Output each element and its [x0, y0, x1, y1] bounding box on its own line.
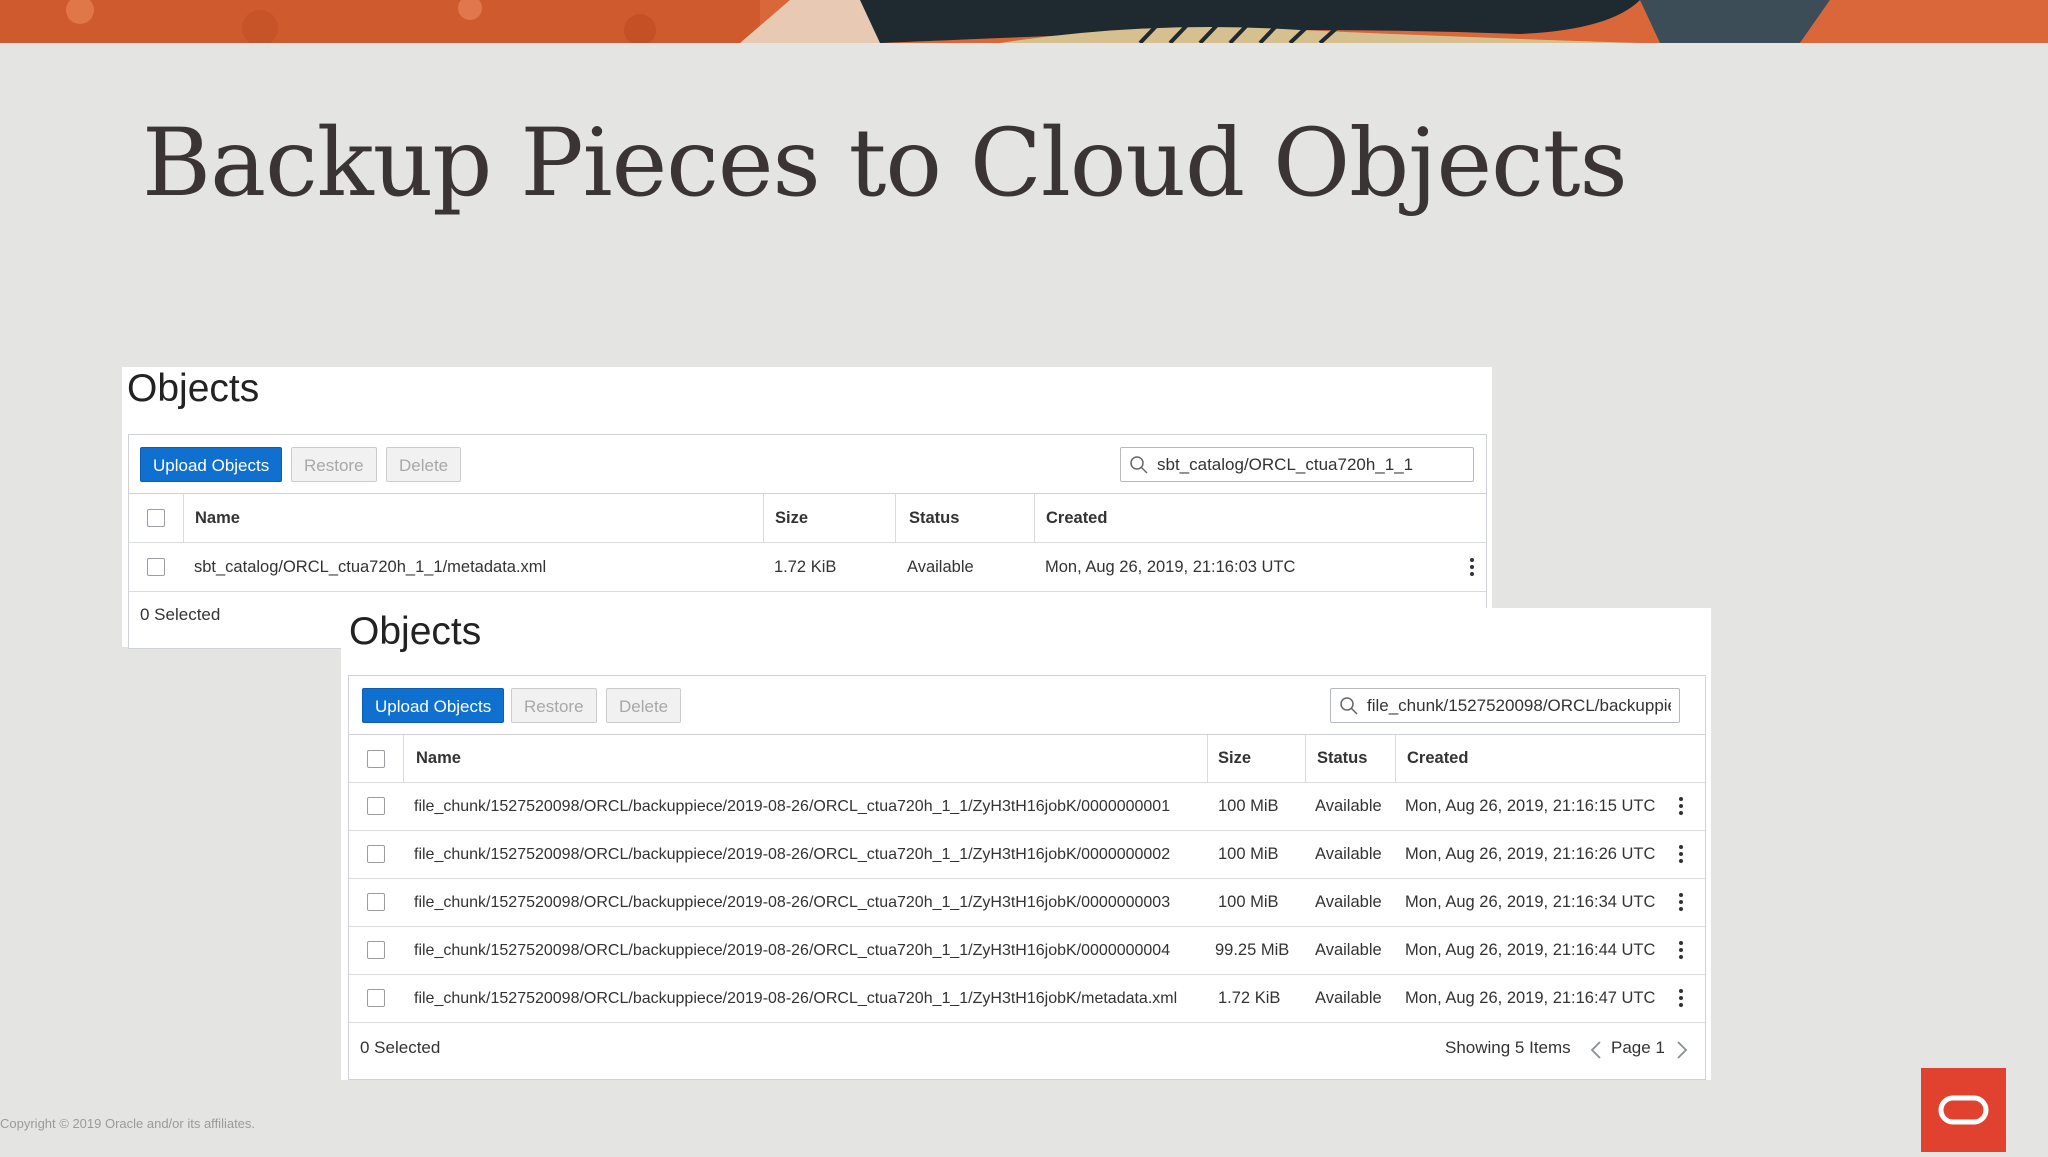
object-size: 1.72 KiB [1218, 989, 1281, 1007]
column-header-size[interactable]: Size [1218, 735, 1251, 782]
object-size: 100 MiB [1218, 797, 1279, 815]
object-name[interactable]: file_chunk/1527520098/ORCL/backuppiece/2… [414, 783, 1170, 830]
row-actions-icon[interactable] [1679, 893, 1683, 914]
panel-heading: Objects [127, 367, 260, 410]
selected-count: 0 Selected [360, 1038, 441, 1057]
slide-title: Backup Pieces to Cloud Objects [142, 109, 1628, 218]
select-all-checkbox[interactable] [147, 509, 165, 527]
object-status: Available [1315, 989, 1382, 1007]
object-status: Available [1315, 845, 1382, 863]
objects-panel-file-chunks: Objects Upload Objects Restore Delete fi… [341, 608, 1711, 1080]
showing-items-count: Showing 5 Items [1445, 1038, 1571, 1057]
object-created: Mon, Aug 26, 2019, 21:16:47 UTC [1405, 989, 1656, 1007]
row-checkbox[interactable] [147, 558, 165, 576]
row-actions-icon[interactable] [1679, 845, 1683, 866]
search-icon [1130, 456, 1148, 474]
search-value: sbt_catalog/ORCL_ctua720h_1_1 [1157, 455, 1414, 474]
delete-button[interactable]: Delete [386, 447, 462, 482]
copyright-notice: Copyright © 2019 Oracle and/or its affil… [0, 1116, 256, 1131]
restore-button[interactable]: Restore [291, 447, 377, 482]
search-value: file_chunk/1527520098/ORCL/backuppiece [1367, 696, 1671, 715]
oracle-logo [1921, 1068, 2006, 1152]
object-status: Available [907, 557, 974, 576]
objects-table: Upload Objects Restore Delete file_chunk… [348, 675, 1706, 1080]
object-size: 100 MiB [1218, 893, 1279, 911]
object-name[interactable]: file_chunk/1527520098/ORCL/backuppiece/2… [414, 975, 1177, 1022]
object-status: Available [1315, 797, 1382, 815]
previous-page-icon[interactable] [1589, 1040, 1603, 1060]
object-created: Mon, Aug 26, 2019, 21:16:03 UTC [1045, 557, 1296, 576]
column-header-status[interactable]: Status [1317, 735, 1367, 782]
column-header-size[interactable]: Size [775, 494, 808, 542]
object-created: Mon, Aug 26, 2019, 21:16:15 UTC [1405, 797, 1656, 815]
table-toolbar: Upload Objects Restore Delete sbt_catalo… [129, 435, 1486, 494]
row-actions-icon[interactable] [1679, 989, 1683, 1010]
row-checkbox[interactable] [367, 893, 385, 911]
table-header-row: Name Size Status Created [349, 735, 1705, 783]
table-row[interactable]: file_chunk/1527520098/ORCL/backuppiece/2… [349, 927, 1705, 975]
column-header-created[interactable]: Created [1407, 735, 1468, 782]
table-toolbar: Upload Objects Restore Delete file_chunk… [349, 676, 1705, 735]
object-name[interactable]: file_chunk/1527520098/ORCL/backuppiece/2… [414, 879, 1170, 926]
row-checkbox[interactable] [367, 797, 385, 815]
column-header-created[interactable]: Created [1046, 494, 1107, 542]
objects-panel-catalog: Objects Upload Objects Restore Delete sb… [122, 367, 1492, 649]
object-name[interactable]: file_chunk/1527520098/ORCL/backuppiece/2… [414, 831, 1170, 878]
object-created: Mon, Aug 26, 2019, 21:16:44 UTC [1405, 941, 1656, 959]
object-size: 99.25 MiB [1215, 941, 1290, 959]
object-status: Available [1315, 941, 1382, 959]
next-page-icon[interactable] [1675, 1040, 1689, 1060]
row-checkbox[interactable] [367, 845, 385, 863]
page-indicator: Page 1 [1611, 1038, 1665, 1057]
search-input[interactable]: sbt_catalog/ORCL_ctua720h_1_1 [1120, 447, 1474, 482]
table-row[interactable]: file_chunk/1527520098/ORCL/backuppiece/2… [349, 831, 1705, 879]
object-name[interactable]: file_chunk/1527520098/ORCL/backuppiece/2… [414, 927, 1170, 974]
object-name[interactable]: sbt_catalog/ORCL_ctua720h_1_1/metadata.x… [194, 543, 546, 591]
table-row[interactable]: file_chunk/1527520098/ORCL/backuppiece/2… [349, 879, 1705, 927]
selected-count: 0 Selected [140, 605, 221, 624]
row-checkbox[interactable] [367, 989, 385, 1007]
row-actions-icon[interactable] [1470, 558, 1474, 579]
restore-button[interactable]: Restore [511, 688, 597, 723]
decorative-banner [0, 0, 2048, 43]
search-input[interactable]: file_chunk/1527520098/ORCL/backuppiece [1330, 688, 1680, 723]
select-all-checkbox[interactable] [367, 750, 385, 768]
delete-button[interactable]: Delete [606, 688, 682, 723]
column-header-status[interactable]: Status [909, 494, 959, 542]
upload-objects-button[interactable]: Upload Objects [362, 688, 505, 723]
table-row[interactable]: file_chunk/1527520098/ORCL/backuppiece/2… [349, 975, 1705, 1023]
object-created: Mon, Aug 26, 2019, 21:16:34 UTC [1405, 893, 1656, 911]
row-actions-icon[interactable] [1679, 941, 1683, 962]
object-size: 100 MiB [1218, 845, 1279, 863]
row-actions-icon[interactable] [1679, 797, 1683, 818]
table-header-row: Name Size Status Created [129, 494, 1486, 543]
row-checkbox[interactable] [367, 941, 385, 959]
table-row[interactable]: sbt_catalog/ORCL_ctua720h_1_1/metadata.x… [129, 543, 1486, 592]
column-header-name[interactable]: Name [416, 735, 461, 782]
object-size: 1.72 KiB [774, 557, 837, 576]
column-header-name[interactable]: Name [195, 494, 240, 542]
search-icon [1340, 697, 1358, 715]
object-status: Available [1315, 893, 1382, 911]
object-created: Mon, Aug 26, 2019, 21:16:26 UTC [1405, 845, 1656, 863]
panel-heading: Objects [349, 610, 482, 653]
upload-objects-button[interactable]: Upload Objects [140, 447, 283, 482]
table-row[interactable]: file_chunk/1527520098/ORCL/backuppiece/2… [349, 783, 1705, 831]
